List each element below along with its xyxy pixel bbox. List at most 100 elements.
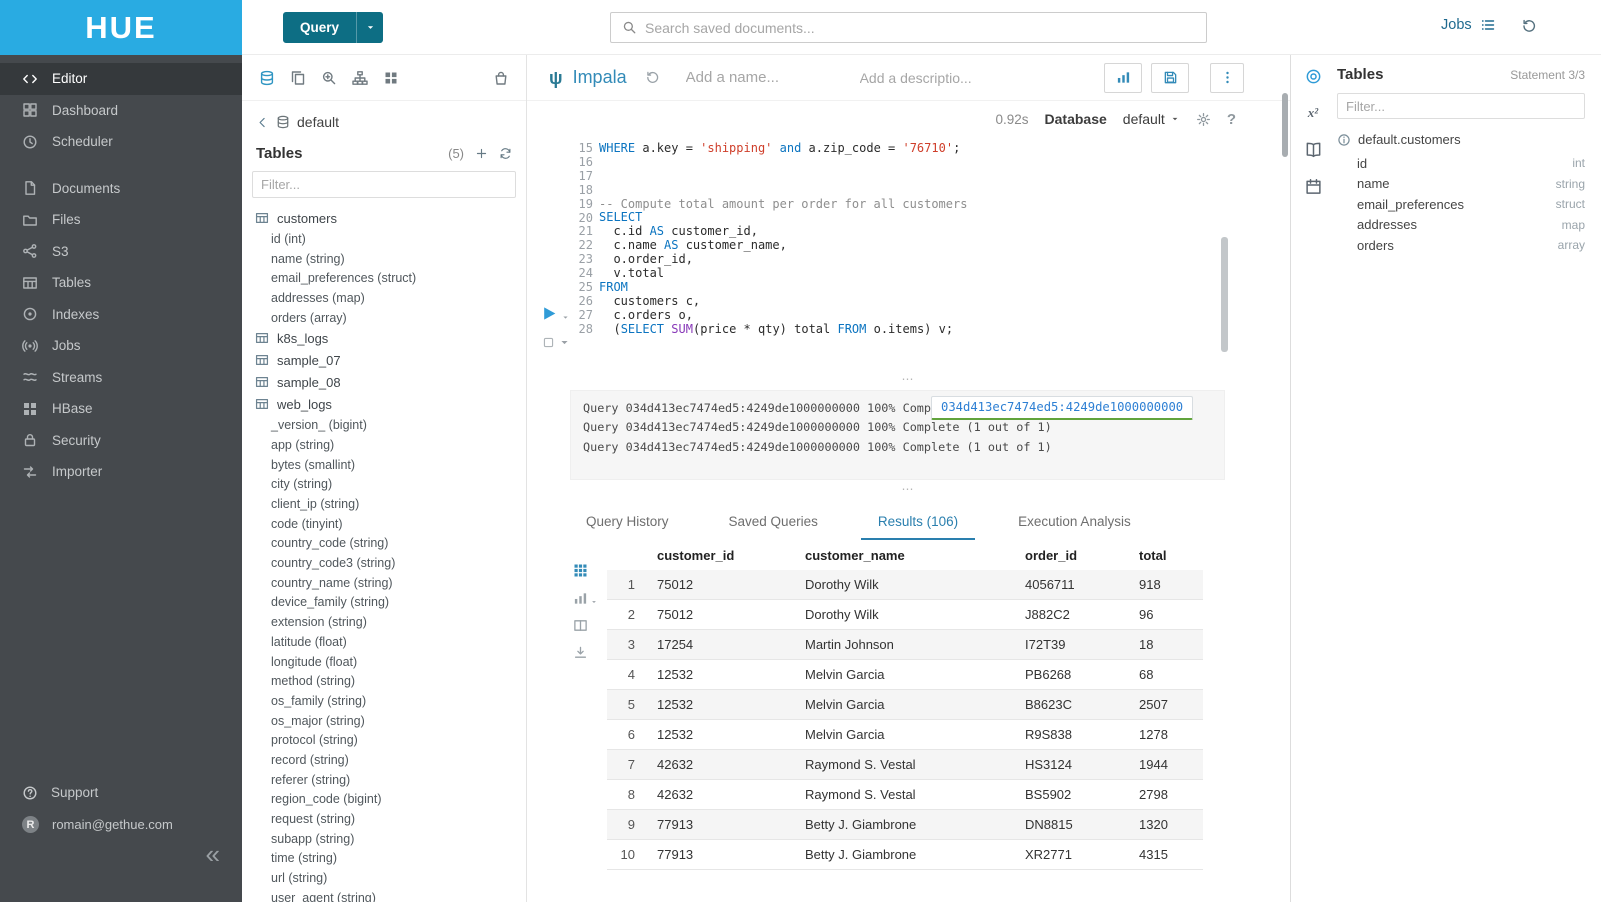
column-item[interactable]: client_ip (string) <box>242 494 526 514</box>
download-button[interactable] <box>573 645 598 660</box>
query-button[interactable]: Query <box>283 12 383 43</box>
sidebar-item-jobs[interactable]: Jobs <box>0 330 242 362</box>
grid-view-button[interactable] <box>573 563 598 578</box>
code-line[interactable]: SELECT <box>599 211 967 225</box>
column-item[interactable]: namestring <box>1337 174 1585 195</box>
search-input[interactable] <box>645 20 1206 36</box>
code-line[interactable] <box>599 184 967 198</box>
column-item[interactable]: idint <box>1337 153 1585 174</box>
table-item[interactable]: sample_07 <box>242 349 526 371</box>
column-item[interactable]: request (string) <box>242 809 526 829</box>
sidebar-item-security[interactable]: Security <box>0 425 242 457</box>
save-button[interactable] <box>1151 63 1189 93</box>
column-item[interactable]: app (string) <box>242 435 526 455</box>
sidebar-item-s3[interactable]: S3 <box>0 236 242 268</box>
basket-icon[interactable] <box>493 70 509 86</box>
table-item[interactable]: k8s_logs <box>242 327 526 349</box>
history-icon[interactable] <box>1521 18 1537 34</box>
code-line[interactable]: o.order_id, <box>599 253 967 267</box>
right-filter-input[interactable] <box>1337 93 1585 119</box>
search-plus-icon[interactable] <box>321 70 337 86</box>
table-item[interactable]: sample_08 <box>242 371 526 393</box>
add-table-icon[interactable] <box>475 147 488 160</box>
tab-execution-analysis[interactable]: Execution Analysis <box>1001 505 1148 540</box>
query-description-input[interactable] <box>860 70 998 86</box>
sidebar-item-editor[interactable]: Editor <box>0 63 242 95</box>
help-icon[interactable]: ? <box>1227 111 1236 128</box>
sidebar-item-streams[interactable]: Streams <box>0 362 242 394</box>
functions-icon[interactable]: x² <box>1308 105 1318 121</box>
column-item[interactable]: url (string) <box>242 868 526 888</box>
sidebar-item-files[interactable]: Files <box>0 204 242 236</box>
execute-button[interactable] <box>541 305 570 322</box>
query-name-input[interactable] <box>686 69 836 86</box>
column-item[interactable]: protocol (string) <box>242 730 526 750</box>
column-item[interactable]: os_major (string) <box>242 711 526 731</box>
sidebar-item-scheduler[interactable]: Scheduler <box>0 126 242 158</box>
user-account[interactable]: R romain@gethue.com <box>0 809 242 840</box>
column-item[interactable]: city (string) <box>242 475 526 495</box>
assistant-icon[interactable] <box>1305 68 1322 85</box>
database-select[interactable]: default <box>1123 111 1180 127</box>
code-line[interactable]: c.orders o, <box>599 309 967 323</box>
tab-saved-queries[interactable]: Saved Queries <box>712 505 835 540</box>
statement-options-button[interactable] <box>542 336 571 349</box>
column-item[interactable]: addressesmap <box>1337 215 1585 236</box>
column-item[interactable]: name (string) <box>242 249 526 269</box>
assist-filter-input[interactable] <box>252 171 516 198</box>
chart-button[interactable] <box>1104 63 1142 93</box>
engine-title[interactable]: Impala <box>573 67 627 88</box>
hue-logo[interactable]: HUE <box>0 0 242 55</box>
sidebar-item-indexes[interactable]: Indexes <box>0 299 242 331</box>
breadcrumb-database[interactable]: default <box>297 114 339 130</box>
code-lines[interactable]: WHERE a.key = 'shipping' and a.zip_code … <box>599 142 967 336</box>
caret-down-icon[interactable] <box>561 313 570 322</box>
column-item[interactable]: code (tinyint) <box>242 514 526 534</box>
editor-scrollbar[interactable] <box>1221 237 1228 352</box>
code-line[interactable]: (SELECT SUM(price * qty) total FROM o.it… <box>599 323 967 337</box>
column-item[interactable]: latitude (float) <box>242 632 526 652</box>
column-item[interactable]: extension (string) <box>242 612 526 632</box>
column-header[interactable]: order_id <box>1017 541 1131 570</box>
column-header[interactable]: customer_id <box>649 541 797 570</box>
column-item[interactable]: region_code (bigint) <box>242 790 526 810</box>
resize-handle-top[interactable]: ⋯ <box>527 375 1290 385</box>
column-item[interactable]: ordersarray <box>1337 235 1585 256</box>
column-item[interactable]: email_preferences (struct) <box>242 268 526 288</box>
sidebar-item-dashboard[interactable]: Dashboard <box>0 95 242 127</box>
code-line[interactable]: c.name AS customer_name, <box>599 239 967 253</box>
column-header[interactable]: total <box>1131 541 1203 570</box>
apps-grid-icon[interactable] <box>383 70 399 86</box>
column-item[interactable]: bytes (smallint) <box>242 455 526 475</box>
column-item[interactable]: subapp (string) <box>242 829 526 849</box>
documents-source-icon[interactable] <box>290 70 306 86</box>
code-line[interactable] <box>599 156 967 170</box>
code-line[interactable]: -- Compute total amount per order for al… <box>599 198 967 212</box>
collapse-sidebar-icon[interactable]: « <box>206 841 220 867</box>
code-line[interactable]: FROM <box>599 281 967 295</box>
sidebar-item-tables[interactable]: Tables <box>0 267 242 299</box>
sidebar-item-hbase[interactable]: HBase <box>0 393 242 425</box>
chart-view-button[interactable] <box>573 590 598 606</box>
column-item[interactable]: record (string) <box>242 750 526 770</box>
more-actions-button[interactable] <box>1210 63 1244 93</box>
database-source-icon[interactable] <box>259 70 275 86</box>
column-item[interactable]: addresses (map) <box>242 288 526 308</box>
column-item[interactable]: _version_ (bigint) <box>242 415 526 435</box>
columns-view-button[interactable] <box>573 618 598 633</box>
code-line[interactable]: v.total <box>599 267 967 281</box>
back-chevron-icon[interactable] <box>256 116 269 129</box>
column-item[interactable]: id (int) <box>242 229 526 249</box>
column-item[interactable]: os_family (string) <box>242 691 526 711</box>
query-history-icon[interactable] <box>645 70 660 85</box>
column-item[interactable]: orders (array) <box>242 308 526 328</box>
table-item[interactable]: customers <box>242 207 526 229</box>
code-line[interactable]: WHERE a.key = 'shipping' and a.zip_code … <box>599 142 967 156</box>
sitemap-icon[interactable] <box>352 70 368 86</box>
tab-results-106-[interactable]: Results (106) <box>861 505 975 540</box>
panel-scrollbar[interactable] <box>1282 93 1288 157</box>
active-table-link[interactable]: default.customers <box>1337 132 1585 147</box>
code-line[interactable]: c.id AS customer_id, <box>599 225 967 239</box>
column-item[interactable]: referer (string) <box>242 770 526 790</box>
column-item[interactable]: email_preferencesstruct <box>1337 194 1585 215</box>
